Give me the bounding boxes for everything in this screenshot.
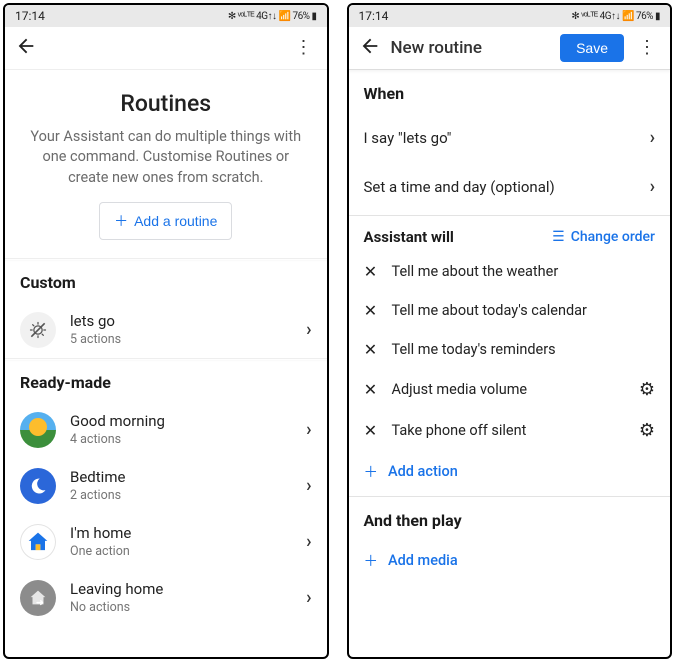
kebab-icon[interactable]: ⋮ xyxy=(291,39,317,57)
chevron-right-icon: › xyxy=(650,176,655,197)
routine-sub: 2 actions xyxy=(70,488,292,503)
assistant-action-row: ✕ Tell me about today's calendar xyxy=(349,291,671,330)
page-description: Your Assistant can do multiple things wi… xyxy=(5,127,327,188)
voice-command-label: I say "lets go" xyxy=(364,129,650,147)
action-label: Tell me today's reminders xyxy=(392,341,656,358)
leave-home-icon xyxy=(20,580,56,616)
list-icon: ☰ xyxy=(552,229,565,245)
chevron-right-icon: › xyxy=(306,419,311,440)
custom-header: Custom xyxy=(5,259,327,302)
assistant-action-row: ✕ Take phone off silent ⚙ xyxy=(349,410,671,451)
chevron-right-icon: › xyxy=(650,127,655,148)
status-time: 17:14 xyxy=(15,9,45,23)
assistant-action-row: ✕ Adjust media volume ⚙ xyxy=(349,369,671,410)
action-label: Tell me about today's calendar xyxy=(392,302,656,319)
when-header: When xyxy=(349,70,671,113)
routine-bedtime[interactable]: Bedtime 2 actions › xyxy=(5,458,327,514)
routine-name: I'm home xyxy=(70,524,292,542)
and-then-header: And then play xyxy=(349,497,671,540)
status-bar: 17:14 ✻ ᵛᵒᴸᵀᴱ 4G↑↓ 📶 76% ▮ xyxy=(349,5,671,27)
set-time-label: Set a time and day (optional) xyxy=(364,178,650,196)
remove-action-icon[interactable]: ✕ xyxy=(364,262,378,281)
assistant-action-row: ✕ Tell me today's reminders xyxy=(349,330,671,369)
chevron-right-icon: › xyxy=(306,475,311,496)
plus-icon: ＋ xyxy=(114,211,128,231)
assistant-action-row: ✕ Tell me about the weather xyxy=(349,252,671,291)
routine-name: Good morning xyxy=(70,412,292,430)
phone-left: 17:14 ✻ ᵛᵒᴸᵀᴱ 4G↑↓ 📶 76% ▮ ⋮ Routines Yo… xyxy=(3,3,329,659)
kebab-icon[interactable]: ⋮ xyxy=(634,39,660,57)
action-label: Tell me about the weather xyxy=(392,263,656,280)
routine-icon-custom xyxy=(20,312,56,348)
chevron-right-icon: › xyxy=(306,531,311,552)
sunrise-icon xyxy=(20,412,56,448)
topbar-new-routine: New routine Save ⋮ xyxy=(349,27,671,70)
action-label: Take phone off silent xyxy=(392,422,625,439)
set-time-row[interactable]: Set a time and day (optional) › xyxy=(349,162,671,211)
add-media-label: Add media xyxy=(388,552,458,569)
routine-sub: No actions xyxy=(70,600,292,615)
routine-name: Leaving home xyxy=(70,580,292,598)
add-routine-button[interactable]: ＋ Add a routine xyxy=(99,202,232,240)
remove-action-icon[interactable]: ✕ xyxy=(364,421,378,440)
status-time: 17:14 xyxy=(359,9,389,23)
status-icons: ✻ ᵛᵒᴸᵀᴱ 4G↑↓ 📶 76% ▮ xyxy=(571,11,660,22)
header-title: New routine xyxy=(391,38,482,58)
routine-name: lets go xyxy=(70,312,292,330)
assistant-will-row: Assistant will ☰ Change order xyxy=(349,216,671,252)
remove-action-icon[interactable]: ✕ xyxy=(364,380,378,399)
routine-good-morning[interactable]: Good morning 4 actions › xyxy=(5,402,327,458)
change-order-label: Change order xyxy=(571,229,655,245)
voice-command-row[interactable]: I say "lets go" › xyxy=(349,113,671,162)
moon-icon xyxy=(20,468,56,504)
add-media-button[interactable]: ＋ Add media xyxy=(349,540,671,581)
change-order-button[interactable]: ☰ Change order xyxy=(552,229,655,245)
status-icons: ✻ ᵛᵒᴸᵀᴱ 4G↑↓ 📶 76% ▮ xyxy=(228,11,317,22)
ready-header: Ready-made xyxy=(5,359,327,402)
routine-sub: 4 actions xyxy=(70,432,292,447)
remove-action-icon[interactable]: ✕ xyxy=(364,340,378,359)
add-action-label: Add action xyxy=(388,463,458,480)
status-bar: 17:14 ✻ ᵛᵒᴸᵀᴱ 4G↑↓ 📶 76% ▮ xyxy=(5,5,327,27)
plus-icon: ＋ xyxy=(364,461,379,482)
action-label: Adjust media volume xyxy=(392,381,625,398)
routine-sub: One action xyxy=(70,544,292,559)
back-icon[interactable] xyxy=(359,35,381,61)
routine-leaving-home[interactable]: Leaving home No actions › xyxy=(5,570,327,626)
gear-icon[interactable]: ⚙ xyxy=(639,379,655,400)
add-routine-label: Add a routine xyxy=(134,213,217,229)
page-title: Routines xyxy=(5,90,327,117)
plus-icon: ＋ xyxy=(364,550,379,571)
remove-action-icon[interactable]: ✕ xyxy=(364,301,378,320)
gear-icon[interactable]: ⚙ xyxy=(639,420,655,441)
assistant-will-header: Assistant will xyxy=(364,228,454,246)
chevron-right-icon: › xyxy=(306,587,311,608)
house-icon xyxy=(20,524,56,560)
chevron-right-icon: › xyxy=(306,319,311,340)
routine-name: Bedtime xyxy=(70,468,292,486)
phone-right: 17:14 ✻ ᵛᵒᴸᵀᴱ 4G↑↓ 📶 76% ▮ New routine S… xyxy=(347,3,673,659)
routine-custom-letsgo[interactable]: lets go 5 actions › xyxy=(5,302,327,358)
add-action-button[interactable]: ＋ Add action xyxy=(349,451,671,492)
topbar-routines: ⋮ xyxy=(5,27,327,70)
routine-sub: 5 actions xyxy=(70,332,292,347)
routine-im-home[interactable]: I'm home One action › xyxy=(5,514,327,570)
save-button[interactable]: Save xyxy=(560,34,624,62)
back-icon[interactable] xyxy=(15,35,37,61)
